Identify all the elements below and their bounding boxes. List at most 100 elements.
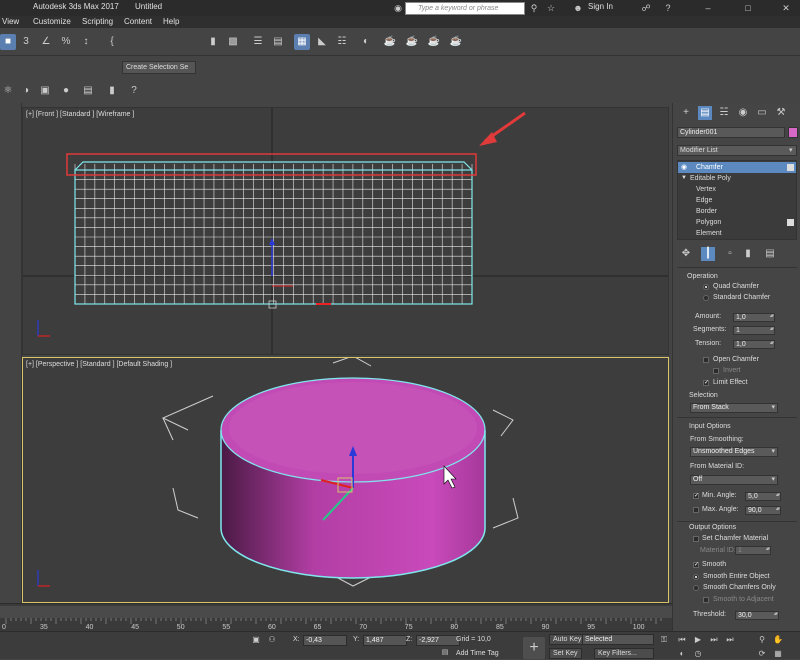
search-icon[interactable]: ⚲ [528, 2, 540, 14]
snap-3d-icon[interactable]: 3 [18, 34, 34, 50]
stack-item-edge[interactable]: Edge [678, 195, 796, 206]
make-unique-icon[interactable]: ▫ [723, 247, 737, 261]
align-icon[interactable]: ▩ [225, 34, 241, 50]
standard-chamfer-radio[interactable] [703, 295, 709, 301]
set-key-plus-icon[interactable]: + [523, 637, 545, 659]
go-to-end-icon[interactable]: ⏭ [724, 634, 736, 646]
selection-set-dropdown[interactable]: Create Selection Se [122, 61, 196, 74]
object-paint-icon[interactable]: ◑ [18, 83, 34, 99]
eye-icon[interactable]: ◉ [681, 162, 687, 173]
stack-item-chamfer[interactable]: ◉ Chamfer [678, 162, 796, 173]
invert-checkbox[interactable] [713, 368, 719, 374]
smooth-checkbox[interactable]: ✓ [693, 562, 699, 568]
help-icon[interactable]: ? [126, 83, 142, 99]
min-angle-checkbox[interactable]: ✓ [693, 493, 699, 499]
auto-key-button[interactable]: Auto Key [549, 634, 586, 645]
open-chamfer-checkbox[interactable] [703, 357, 709, 363]
limit-effect-checkbox[interactable]: ✓ [703, 380, 709, 386]
stack-item-editable-poly[interactable]: ▼ Editable Poly [678, 173, 796, 184]
min-angle-spinner[interactable]: 5,0 [745, 492, 781, 501]
field-of-view-icon[interactable]: ◐ [676, 648, 688, 660]
add-time-tag-label[interactable]: Add Time Tag [456, 650, 499, 657]
tension-spinner[interactable]: 1,0 [733, 340, 775, 349]
object-icon[interactable]: ▣ [37, 83, 53, 99]
user-icon[interactable]: ☻ [572, 2, 584, 14]
from-material-dropdown[interactable]: Off [690, 475, 778, 485]
maximize-icon[interactable]: □ [742, 2, 754, 14]
modify-tab-icon[interactable]: ▤ [698, 106, 712, 120]
viewport-front[interactable]: [+] [Front ] [Standard ] [Wireframe ] [22, 107, 669, 355]
stack-item-element[interactable]: Element [678, 228, 796, 239]
search-input[interactable]: Type a keyword or phrase [405, 2, 525, 15]
sign-in-link[interactable]: Sign In [588, 2, 613, 11]
close-icon[interactable]: ✕ [780, 2, 792, 14]
modifier-list-dropdown[interactable]: Modifier List [677, 145, 797, 156]
menu-content[interactable]: Content [124, 17, 152, 26]
scene-icon[interactable]: ▤ [80, 83, 96, 99]
object-name-field[interactable]: Cylinder001 [677, 127, 785, 138]
curve-editor-icon[interactable]: ◣ [314, 34, 330, 50]
stack-item-polygon[interactable]: Polygon [678, 217, 796, 228]
selection-dropdown[interactable]: From Stack [690, 403, 778, 413]
modifier-toggle[interactable] [787, 164, 794, 171]
viewport-perspective[interactable]: [+] [Perspective ] [Standard ] [Default … [22, 357, 669, 603]
pin-stack-icon[interactable]: ✥ [679, 247, 693, 261]
render-frame-icon[interactable]: ☕ [404, 34, 420, 50]
render-setup-icon[interactable]: ☕ [382, 34, 398, 50]
amount-spinner[interactable]: 1,0 [733, 313, 775, 322]
smooth-adjacent-checkbox[interactable] [703, 597, 709, 603]
render-icon[interactable]: ☕ [426, 34, 442, 50]
binoculars-icon[interactable]: ◉ [392, 2, 404, 14]
motion-tab-icon[interactable]: ◉ [736, 106, 750, 120]
help-icon[interactable]: ? [662, 2, 674, 14]
select-tool-icon[interactable]: ■ [0, 34, 16, 50]
pan-icon[interactable]: ✋ [772, 634, 784, 646]
max-angle-spinner[interactable]: 90,0 [745, 506, 781, 515]
go-to-start-icon[interactable]: ⏮ [676, 634, 688, 646]
schematic-view-icon[interactable]: ☷ [334, 34, 350, 50]
material-editor-icon[interactable]: ◐ [358, 34, 374, 50]
zoom-icon[interactable]: ⚲ [756, 634, 768, 646]
angle-snap-icon[interactable]: ∠ [38, 34, 54, 50]
y-coordinate-field[interactable]: 1,487 [363, 635, 407, 646]
minimize-icon[interactable]: – [702, 2, 714, 14]
set-chamfer-material-checkbox[interactable] [693, 536, 699, 542]
key-filters-button[interactable]: Key Filters... [594, 648, 654, 659]
stack-item-vertex[interactable]: Vertex [678, 184, 796, 195]
layer-explorer-icon[interactable]: ▤ [270, 34, 286, 50]
material-id-spinner[interactable]: 1 [735, 546, 771, 555]
menu-view[interactable]: View [2, 17, 19, 26]
selection-lock-icon[interactable]: ▣ [250, 634, 262, 646]
spinner-snap-icon[interactable]: ↕ [78, 34, 94, 50]
set-key-button[interactable]: Set Key [549, 648, 582, 659]
utilities-tab-icon[interactable]: ⚒ [774, 106, 788, 120]
display-tab-icon[interactable]: ▭ [755, 106, 769, 120]
lasso-icon[interactable]: ⚛ [0, 83, 16, 99]
sphere-icon[interactable]: ● [58, 83, 74, 99]
render-production-icon[interactable]: ☕ [448, 34, 464, 50]
star-icon[interactable]: ☆ [545, 2, 557, 14]
remove-modifier-icon[interactable]: ▮ [741, 247, 755, 261]
mirror-icon[interactable]: ▮ [205, 34, 221, 50]
ribbon-icon[interactable]: ▦ [294, 34, 310, 50]
orbit-icon[interactable]: ⟳ [756, 648, 768, 660]
menu-help[interactable]: Help [163, 17, 179, 26]
time-tag-icon[interactable]: ▤ [440, 648, 450, 658]
next-frame-icon[interactable]: ⏭ [708, 634, 720, 646]
script-icon[interactable]: ▮ [104, 83, 120, 99]
expand-icon[interactable]: ▼ [681, 173, 687, 184]
key-icon[interactable]: ⚿ [658, 634, 670, 646]
create-tab-icon[interactable]: + [679, 106, 693, 120]
object-color-swatch[interactable] [788, 127, 798, 138]
show-end-result-icon[interactable]: ┃ [701, 247, 715, 261]
key-mode-dropdown[interactable]: Selected [582, 634, 654, 645]
percent-snap-icon[interactable]: % [58, 34, 74, 50]
time-config-icon[interactable]: ◷ [692, 648, 704, 660]
maximize-viewport-icon[interactable]: ▦ [772, 648, 784, 660]
smooth-entire-radio[interactable] [693, 574, 699, 580]
scene-explorer-icon[interactable]: ☰ [250, 34, 266, 50]
cart-icon[interactable]: ☍ [640, 2, 652, 14]
stack-item-border[interactable]: Border [678, 206, 796, 217]
threshold-spinner[interactable]: 30,0 [735, 611, 779, 620]
menu-scripting[interactable]: Scripting [82, 17, 113, 26]
